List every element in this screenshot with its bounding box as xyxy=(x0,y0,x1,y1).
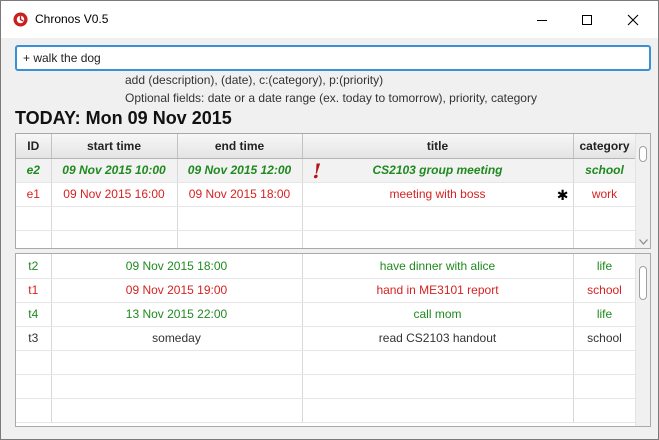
task-due: 13 Nov 2015 22:00 xyxy=(51,302,303,327)
task-due: someday xyxy=(51,326,303,351)
title-bar[interactable]: Chronos V0.5 xyxy=(1,1,658,38)
task-title: hand in ME3101 report xyxy=(302,278,574,303)
task-due: 09 Nov 2015 19:00 xyxy=(51,278,303,303)
task-title: have dinner with alice xyxy=(302,254,574,279)
close-button[interactable] xyxy=(610,1,656,38)
event-category: school xyxy=(573,158,637,183)
task-row[interactable]: t4 13 Nov 2015 22:00 call mom life xyxy=(16,302,637,327)
event-id: e1 xyxy=(16,182,52,207)
task-due: 09 Nov 2015 18:00 xyxy=(51,254,303,279)
event-row[interactable]: e1 09 Nov 2015 16:00 09 Nov 2015 18:00 m… xyxy=(16,182,637,207)
task-title: call mom xyxy=(302,302,574,327)
column-header-end-time[interactable]: end time xyxy=(177,134,303,159)
window-title: Chronos V0.5 xyxy=(35,12,109,26)
task-row[interactable]: t1 09 Nov 2015 19:00 hand in ME3101 repo… xyxy=(16,278,637,303)
events-scrollbar[interactable] xyxy=(635,134,650,248)
app-window: Chronos V0.5 add (description), (date), … xyxy=(0,0,659,440)
task-id: t1 xyxy=(16,278,52,303)
column-header-id[interactable]: ID xyxy=(16,134,52,159)
chevron-down-icon[interactable] xyxy=(639,239,648,245)
command-hint-optional: Optional fields: date or a date range (e… xyxy=(125,91,537,105)
column-header-title[interactable]: title xyxy=(302,134,574,159)
event-start: 09 Nov 2015 16:00 xyxy=(51,182,178,207)
empty-row xyxy=(16,206,637,231)
task-category: school xyxy=(573,326,637,351)
events-table[interactable]: ID start time end time title category e2… xyxy=(15,133,651,249)
task-id: t3 xyxy=(16,326,52,351)
maximize-button[interactable] xyxy=(564,1,610,38)
task-category: life xyxy=(573,302,637,327)
empty-row xyxy=(16,374,637,399)
empty-row xyxy=(16,230,637,248)
task-id: t2 xyxy=(16,254,52,279)
event-end: 09 Nov 2015 12:00 xyxy=(177,158,303,183)
task-row[interactable]: t3 someday read CS2103 handout school xyxy=(16,326,637,351)
event-category: work xyxy=(573,182,637,207)
task-row[interactable]: t2 09 Nov 2015 18:00 have dinner with al… xyxy=(16,254,637,279)
command-hint-syntax: add (description), (date), c:(category),… xyxy=(125,73,384,87)
maximize-icon xyxy=(582,14,592,25)
empty-row xyxy=(16,398,637,423)
events-scrollbar-thumb[interactable] xyxy=(639,146,647,162)
command-input[interactable] xyxy=(15,45,651,71)
priority-flag-icon: ! xyxy=(312,158,322,182)
event-title-cell: ! CS2103 group meeting xyxy=(302,158,574,183)
today-heading: TODAY: Mon 09 Nov 2015 xyxy=(15,108,232,128)
minimize-button[interactable] xyxy=(519,1,565,38)
column-header-category[interactable]: category xyxy=(573,134,637,159)
tasks-table[interactable]: t2 09 Nov 2015 18:00 have dinner with al… xyxy=(15,253,651,427)
column-header-start-time[interactable]: start time xyxy=(51,134,178,159)
tasks-scrollbar[interactable] xyxy=(635,254,650,426)
events-table-header: ID start time end time title category xyxy=(16,134,637,159)
event-title: meeting with boss xyxy=(389,187,486,201)
app-logo-icon xyxy=(13,12,28,27)
event-title-cell: meeting with boss ✱ xyxy=(302,182,574,207)
task-id: t4 xyxy=(16,302,52,327)
minimize-icon xyxy=(537,19,547,21)
task-title: read CS2103 handout xyxy=(302,326,574,351)
event-start: 09 Nov 2015 10:00 xyxy=(51,158,178,183)
tasks-scrollbar-thumb[interactable] xyxy=(639,266,647,300)
event-row[interactable]: e2 09 Nov 2015 10:00 09 Nov 2015 12:00 !… xyxy=(16,158,637,183)
close-icon xyxy=(627,14,639,25)
task-category: school xyxy=(573,278,637,303)
empty-row xyxy=(16,350,637,375)
event-end: 09 Nov 2015 18:00 xyxy=(177,182,303,207)
event-title: CS2103 group meeting xyxy=(372,163,503,177)
asterisk-marker-icon: ✱ xyxy=(556,186,569,203)
task-category: life xyxy=(573,254,637,279)
event-id: e2 xyxy=(16,158,52,183)
